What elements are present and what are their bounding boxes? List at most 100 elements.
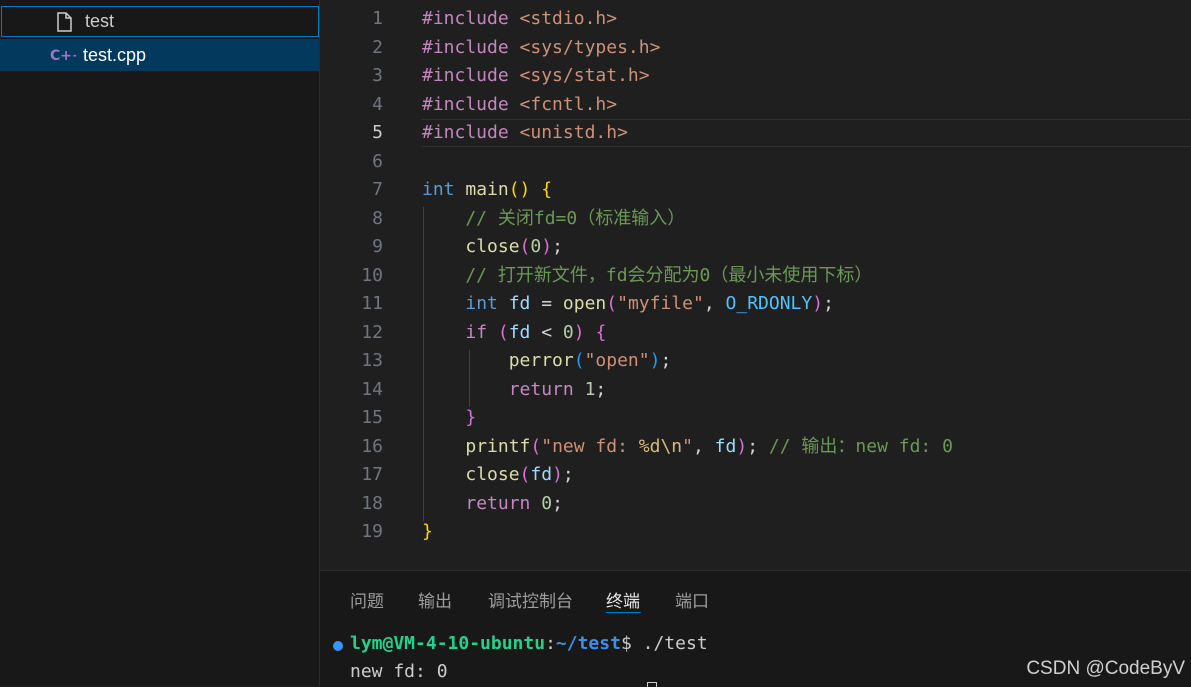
code-line[interactable]: 1 #include <stdio.h>	[320, 5, 1191, 33]
code-text: #include <stdio.h>	[422, 5, 617, 33]
line-number: 4	[372, 93, 383, 115]
terminal-prompt-line[interactable]: lym@VM-4-10-ubuntu:~/test$ ./test	[350, 633, 708, 654]
code-token: %d\n	[638, 435, 683, 457]
code-token: #include	[422, 93, 520, 115]
code-token: int	[422, 179, 466, 200]
line-number: 15	[361, 407, 383, 428]
code-line[interactable]: 6	[320, 148, 1191, 176]
code-token: ;	[823, 293, 834, 314]
code-token: main	[465, 179, 509, 200]
code-token: (	[606, 293, 618, 314]
terminal-user: lym@VM-4-10-ubuntu	[350, 633, 546, 654]
code-line[interactable]: 4 #include <fcntl.h>	[320, 91, 1191, 119]
code-text: #include <sys/types.h>	[422, 34, 660, 62]
code-line[interactable]: 15 }	[320, 404, 1191, 432]
code-line[interactable]: 16 printf("new fd: %d\n", fd); // 输出：new…	[320, 433, 1191, 461]
code-token: (	[519, 236, 531, 257]
code-line[interactable]: 12 if (fd < 0) {	[320, 319, 1191, 347]
code-line[interactable]: 14 return 1;	[320, 376, 1191, 404]
code-token: printf	[465, 435, 531, 457]
code-line[interactable]: 8 // 关闭fd=0（标准输入）	[320, 205, 1191, 233]
code-token: ;	[562, 464, 574, 485]
code-token: "	[682, 435, 693, 457]
code-text: int fd = open("myfile", O_RDONLY);	[422, 290, 834, 318]
code-line[interactable]: 10 // 打开新文件，fd会分配为0（最小未使用下标）	[320, 262, 1191, 290]
code-token: (	[497, 321, 509, 343]
tab-problems[interactable]: 问题	[350, 587, 384, 612]
tab-debug-console[interactable]: 调试控制台	[488, 587, 573, 612]
code-line[interactable]: 5 #include <unistd.h>	[320, 119, 1191, 147]
code-token: =	[530, 293, 563, 314]
code-token: ;	[552, 236, 563, 257]
code-text: int main() {	[422, 176, 552, 204]
line-number: 17	[361, 464, 383, 485]
code-line[interactable]: 2 #include <sys/types.h>	[320, 34, 1191, 62]
code-token: <fcntl.h>	[519, 93, 618, 115]
code-text: if (fd < 0) {	[422, 319, 606, 347]
code-token: 0	[541, 492, 553, 514]
terminal-cursor	[647, 682, 657, 687]
terminal-separator: :	[545, 633, 556, 654]
line-number: 2	[372, 36, 383, 58]
explorer-item-test[interactable]: test	[1, 6, 319, 37]
code-text: return 0;	[422, 490, 563, 518]
line-number: 7	[372, 179, 383, 200]
code-token: 0	[562, 321, 574, 343]
code-editor[interactable]: 1 #include <stdio.h> 2 #include <sys/types.…	[320, 0, 1191, 570]
line-number: 6	[372, 150, 383, 172]
line-number: 16	[361, 435, 383, 457]
code-token: "open"	[584, 350, 650, 371]
code-token: 1	[584, 378, 596, 400]
code-token: )	[736, 435, 748, 457]
code-token: ;	[660, 350, 672, 371]
code-line[interactable]: 18 return 0;	[320, 490, 1191, 518]
code-line[interactable]: 11 int fd = open("myfile", O_RDONLY);	[320, 290, 1191, 318]
code-token: fd	[530, 464, 553, 485]
code-token: return	[465, 492, 542, 514]
code-token: close	[465, 236, 520, 257]
code-token: #include	[422, 36, 520, 58]
line-number: 12	[361, 321, 383, 343]
code-line[interactable]: 7 int main() {	[320, 176, 1191, 204]
code-token: // 打开新文件，fd会分配为0（最小未使用下标）	[422, 264, 873, 286]
code-line[interactable]: 19}	[320, 518, 1191, 546]
tab-ports[interactable]: 端口	[675, 587, 709, 612]
code-text: // 打开新文件，fd会分配为0（最小未使用下标）	[422, 262, 872, 290]
tab-terminal[interactable]: 终端	[606, 587, 640, 612]
code-line[interactable]: 17 close(fd);	[320, 461, 1191, 489]
code-token: )	[812, 293, 824, 314]
active-tab-indicator	[606, 612, 641, 613]
code-token: (	[530, 435, 542, 457]
code-text: close(fd);	[422, 461, 574, 489]
code-token: ;	[552, 492, 563, 514]
line-number: 19	[361, 521, 383, 542]
line-number: 11	[361, 293, 383, 314]
code-line[interactable]: 3 #include <sys/stat.h>	[320, 62, 1191, 90]
code-text: close(0);	[422, 233, 563, 261]
cpp-file-icon: C++	[50, 45, 84, 67]
file-icon	[54, 11, 74, 33]
code-token: perror	[508, 350, 574, 371]
code-token: }	[465, 407, 477, 428]
code-line[interactable]: 13 perror("open");	[320, 347, 1191, 375]
explorer-item-test-cpp[interactable]: C++ test.cpp	[0, 39, 319, 71]
code-token: <	[530, 321, 563, 343]
code-line[interactable]: 9 close(0);	[320, 233, 1191, 261]
terminal-path: ~/test	[555, 633, 621, 654]
command-status-dot-icon[interactable]	[333, 641, 343, 651]
code-token: fd	[508, 293, 531, 314]
code-token: fd	[714, 435, 737, 457]
tab-output[interactable]: 输出	[418, 587, 452, 612]
code-text: #include <sys/stat.h>	[422, 62, 650, 90]
code-token: <sys/stat.h>	[519, 65, 650, 86]
code-token: if	[465, 321, 498, 343]
code-token: () {	[508, 179, 553, 200]
code-token: <sys/types.h>	[519, 36, 661, 58]
code-token: }	[422, 521, 433, 542]
